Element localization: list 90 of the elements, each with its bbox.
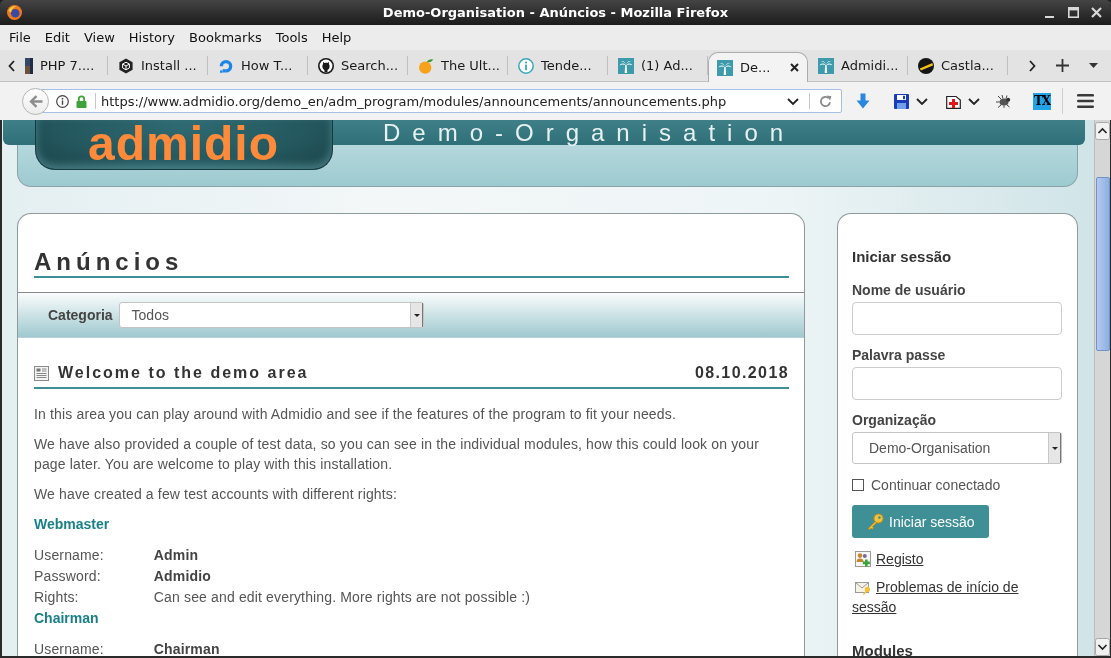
field-value: Can see and edit everything. More rights are not possible :) [153, 588, 531, 607]
key-icon [867, 513, 884, 530]
field-name: Username: [34, 639, 154, 656]
fruit-icon [418, 57, 434, 74]
register-link[interactable]: Registo [852, 549, 1062, 569]
menu-item[interactable]: History [123, 30, 181, 45]
window-title: Demo-Organisation - Anúncios - Mozilla Firefox [382, 5, 729, 20]
username-field[interactable] [852, 302, 1062, 335]
field-label: Organização [852, 411, 938, 430]
chevron-down-icon[interactable] [787, 97, 799, 105]
menu-item[interactable]: Help [316, 30, 357, 45]
palm-tree-icon [818, 57, 834, 74]
announcement-date: 08.10.2018 [694, 363, 789, 383]
login-help-link[interactable]: Problemas de início de sessão [852, 577, 1062, 617]
field-value: Chairman [153, 640, 220, 656]
field-value: Admin [153, 546, 200, 565]
browser-tab[interactable]: Castla... [908, 50, 1008, 81]
menu-icon[interactable] [1077, 94, 1094, 108]
ring-icon [218, 57, 234, 74]
envelope-icon [855, 581, 871, 595]
chevron-down-icon[interactable] [968, 97, 980, 105]
organization-select[interactable]: Demo-Organisation [852, 432, 1062, 464]
browser-tab[interactable]: How T... [208, 50, 308, 81]
browser-tab[interactable]: PHP 7.... [22, 50, 108, 81]
first-aid-icon[interactable] [946, 93, 961, 109]
reload-icon[interactable] [819, 94, 832, 108]
browser-tab[interactable]: De... [708, 52, 808, 82]
role-heading: Chairman [34, 609, 100, 628]
browser-tab[interactable]: Search... [308, 50, 408, 81]
menu-item[interactable]: Tools [270, 30, 313, 45]
download-icon[interactable] [856, 93, 870, 109]
back-arrow-icon [28, 94, 43, 108]
menu-item[interactable]: File [4, 30, 36, 45]
browser-tab[interactable]: The Ult... [408, 50, 508, 81]
lock-icon[interactable] [76, 94, 87, 108]
body-paragraph: In this area you can play around with Admidio and see if the features of the program to fit your needs. [34, 405, 677, 424]
filter-label: Categoria [48, 307, 113, 323]
hexagon-icon [118, 57, 134, 74]
field-name: Username: [34, 545, 154, 566]
chevron-left-icon[interactable] [8, 59, 15, 72]
extension-button[interactable]: TX [1033, 92, 1051, 110]
info-icon [518, 57, 534, 74]
login-title: Iniciar sessão [852, 247, 953, 267]
field-label: Nome de usuário [852, 281, 967, 300]
plus-icon[interactable] [1056, 59, 1069, 72]
field-name: Rights: [34, 587, 154, 608]
document-icon [34, 365, 49, 381]
logo-text: admidio [88, 120, 279, 168]
close-icon[interactable] [790, 63, 799, 72]
minimize-icon[interactable] [1045, 15, 1054, 18]
maximize-icon[interactable] [1068, 7, 1079, 18]
chevron-down-icon[interactable] [916, 97, 928, 105]
menu-item[interactable]: View [78, 30, 120, 45]
scroll-down-button[interactable] [1095, 638, 1110, 656]
section-heading: Modules [852, 641, 914, 656]
palm-tree-icon [717, 59, 733, 76]
url-field[interactable]: https://www.admidio.org/demo_en/adm_program/modules/announcements/announcements.php [40, 89, 842, 113]
role-heading: Webmaster [34, 515, 111, 534]
password-field[interactable] [852, 367, 1062, 400]
login-button[interactable]: Iniciar sessão [852, 505, 989, 538]
browser-tab[interactable]: Tende... [508, 50, 608, 81]
body-paragraph: We have also provided a couple of test data, so you can see in the individual modules, how this could look on your page later. You are welcome to play with this installation. [34, 435, 761, 474]
user-add-icon [855, 551, 871, 567]
scrollbar-thumb[interactable] [1095, 177, 1110, 351]
browser-tab[interactable]: (1) Ad... [608, 50, 708, 81]
striped-disc-icon [918, 57, 934, 74]
announcement-title: Welcome to the demo area [58, 363, 309, 383]
info-icon[interactable] [56, 94, 69, 108]
cat-icon [318, 57, 334, 74]
scroll-up-button[interactable] [1095, 122, 1110, 140]
chevron-right-icon[interactable] [1029, 59, 1036, 72]
category-select[interactable]: Todos [118, 302, 424, 328]
body-paragraph: We have created a few test accounts with different rights: [34, 485, 399, 504]
menu-item[interactable]: Bookmarks [184, 30, 267, 45]
app-logo-icon [7, 5, 22, 20]
back-button[interactable] [22, 87, 49, 115]
browser-tab[interactable]: Install ... [108, 50, 208, 81]
field-label: Palavra passe [852, 346, 947, 365]
field-name: Password: [34, 566, 154, 587]
checkbox-label[interactable]: Continuar conectado [871, 475, 1001, 495]
bug-icon[interactable] [995, 94, 1013, 108]
browser-tab[interactable]: Admidi... [808, 50, 908, 81]
organization-name: Demo-Organisation [383, 121, 796, 145]
checkbox[interactable] [852, 479, 864, 491]
palm-tree-icon [618, 57, 634, 74]
caret-down-icon[interactable] [1089, 63, 1098, 68]
menu-item[interactable]: Edit [39, 30, 75, 45]
field-value: Admidio [153, 567, 212, 586]
thumbnail-icon [25, 57, 33, 74]
page-title: Anúncios [34, 248, 789, 278]
